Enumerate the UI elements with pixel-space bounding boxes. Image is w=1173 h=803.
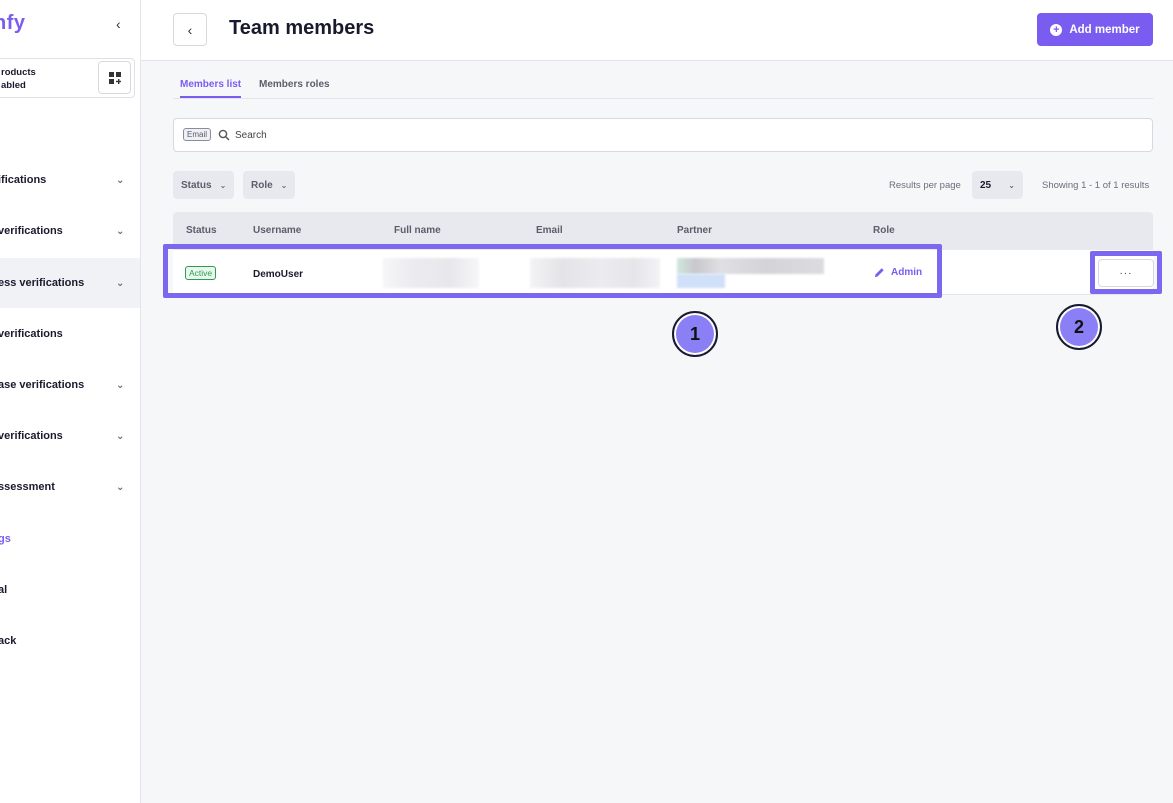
- column-email: Email: [536, 225, 563, 236]
- column-role: Role: [873, 225, 895, 236]
- results-per-page-select[interactable]: 25 ⌄: [972, 171, 1023, 199]
- status-filter[interactable]: Status ⌄: [173, 171, 235, 199]
- chevron-down-icon: ⌄: [116, 277, 125, 289]
- products-status: abled: [1, 80, 26, 91]
- sidebar-item-identity-verifications[interactable]: ifications ⌄: [0, 155, 140, 205]
- sidebar-item-more-verifications[interactable]: verifications ⌄: [0, 411, 140, 461]
- plus-circle-icon: +: [1050, 23, 1063, 36]
- results-per-page-label: Results per page: [889, 180, 961, 191]
- role-filter[interactable]: Role ⌄: [243, 171, 296, 199]
- chevron-down-icon: ⌄: [116, 225, 125, 237]
- tabs-divider: [173, 98, 1153, 99]
- add-member-label: Add member: [1069, 23, 1140, 36]
- grid-add-button[interactable]: [98, 61, 131, 94]
- column-full-name: Full name: [394, 225, 441, 236]
- back-button[interactable]: ‹: [173, 13, 207, 46]
- chevron-down-icon: ⌄: [116, 174, 125, 186]
- collapse-sidebar-icon[interactable]: ‹: [116, 16, 121, 32]
- sidebar: nfy ‹ roducts abled ifications ⌄ verific…: [0, 0, 141, 803]
- column-status: Status: [186, 225, 217, 236]
- sidebar-item-other-verifications[interactable]: verifications: [0, 309, 140, 359]
- step-marker-2: 2: [1056, 304, 1102, 350]
- sidebar-item-business-verifications[interactable]: ess verifications ⌄: [0, 258, 140, 308]
- column-username: Username: [253, 225, 302, 236]
- chevron-down-icon: ⌄: [280, 180, 288, 190]
- search-icon: [218, 129, 230, 141]
- step-marker-1: 1: [672, 311, 718, 357]
- search-bar: Email: [173, 118, 1153, 152]
- chevron-left-icon: ‹: [187, 21, 193, 38]
- email-filter-chip[interactable]: Email: [183, 128, 212, 141]
- page-title: Team members: [229, 17, 375, 39]
- sidebar-item-risk-assessment[interactable]: ssessment ⌄: [0, 462, 140, 512]
- column-partner: Partner: [677, 225, 713, 236]
- products-label: roducts: [1, 67, 36, 78]
- highlight-row: [163, 244, 942, 298]
- app-logo: nfy: [0, 12, 26, 34]
- chevron-down-icon: ⌄: [1008, 180, 1015, 190]
- add-member-button[interactable]: + Add member: [1037, 13, 1153, 46]
- sidebar-item-document-verifications[interactable]: verifications ⌄: [0, 206, 140, 256]
- chevron-down-icon: ⌄: [116, 481, 125, 493]
- search-input[interactable]: [235, 126, 1115, 144]
- chevron-down-icon: ⌄: [219, 180, 227, 190]
- results-count: Showing 1 - 1 of 1 results: [1042, 180, 1150, 191]
- sidebar-item-settings[interactable]: gs: [0, 514, 140, 564]
- sidebar-item-feedback[interactable]: ack: [0, 616, 140, 666]
- chevron-down-icon: ⌄: [116, 379, 125, 391]
- grid-add-icon: [108, 71, 121, 84]
- sidebar-item-database-verifications[interactable]: ase verifications ⌄: [0, 360, 140, 410]
- sidebar-item-general[interactable]: al: [0, 565, 140, 615]
- chevron-down-icon: ⌄: [116, 430, 125, 442]
- page-header: ‹ Team members + Add member: [141, 0, 1173, 61]
- highlight-actions: [1090, 251, 1162, 294]
- tab-members-roles[interactable]: Members roles: [259, 79, 330, 96]
- tab-members-list[interactable]: Members list: [180, 79, 242, 98]
